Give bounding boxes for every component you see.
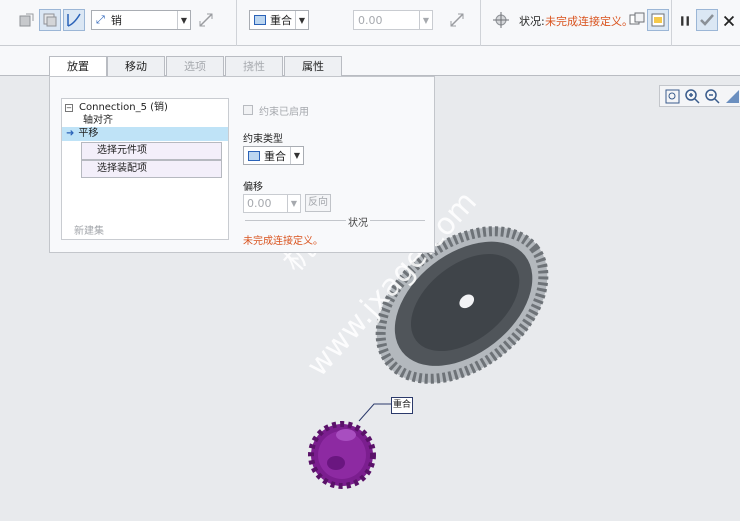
chevron-down-icon: ▼ [177, 11, 190, 29]
tab-move[interactable]: 移动 [107, 56, 165, 77]
tab-placement[interactable]: 放置 [49, 56, 107, 78]
status-divider [245, 220, 425, 221]
zoom-in-icon[interactable] [684, 88, 701, 105]
panel-constraint-type-select[interactable]: 重合 ▼ [243, 146, 304, 165]
pin-icon: ⤢ [96, 13, 105, 26]
separate-window-icon[interactable] [39, 9, 61, 31]
view-orient-icon[interactable] [724, 88, 740, 105]
panel-status-text: 未完成连接定义。 [243, 236, 323, 247]
tab-properties[interactable]: 属性 [284, 56, 342, 77]
tree-connection-row[interactable]: − Connection_5 (销) [65, 101, 168, 115]
coincident-icon [254, 15, 266, 25]
offset-value-input[interactable]: 0.00 ▼ [353, 10, 433, 30]
tab-options[interactable]: 选项 [166, 56, 224, 77]
select-assembly-item[interactable]: 选择装配项 [81, 160, 222, 178]
panel-constraint-type-value: 重合 [264, 149, 286, 163]
preview-window-icon[interactable] [626, 9, 648, 31]
user-defined-connection-icon[interactable] [63, 9, 85, 31]
cancel-close-icon[interactable] [720, 10, 738, 32]
toolbar-separator [236, 0, 237, 46]
select-component-item[interactable]: 选择元件项 [81, 142, 222, 160]
flip-button[interactable]: 反向 [305, 194, 331, 212]
callout-label: 重合 [392, 400, 411, 410]
constraint-type-value: 重合 [270, 14, 292, 27]
constraint-type-label: 约束类型 [243, 134, 283, 145]
constraint-tree: − Connection_5 (销) 轴对齐 ➜ 平移 选择元件项 选择装配项 [61, 98, 229, 240]
status-label: 状况: [519, 15, 545, 28]
constraint-enabled-label: 约束已启用 [259, 107, 309, 118]
tree-item-axis-align[interactable]: 轴对齐 [83, 114, 113, 128]
pause-icon[interactable] [677, 10, 693, 32]
panel-offset-value: 0.00 [247, 197, 272, 210]
connection-type-value: 销 [110, 14, 122, 27]
toolbar-separator [480, 0, 481, 46]
translate-label: 平移 [78, 128, 99, 139]
chevron-down-icon: ▼ [419, 11, 432, 29]
arrow-right-icon: ➜ [66, 128, 75, 139]
dashboard-toolbar: ⤢ 销 ▼ 重合 ▼ 0.00 ▼ 状况: 未完成连接定义。 [0, 0, 740, 46]
tab-bar: 放置 移动 选项 挠性 属性 [0, 46, 740, 78]
placement-panel: − Connection_5 (销) 轴对齐 ➜ 平移 选择元件项 选择装配项 新建… [49, 76, 435, 253]
tab-flexibility[interactable]: 挠性 [225, 56, 283, 77]
offset-label: 偏移 [243, 182, 263, 193]
tree-item-translate[interactable]: ➜ 平移 [62, 127, 228, 141]
offset-value: 0.00 [358, 13, 383, 27]
chevron-down-icon: ▼ [295, 11, 308, 29]
chevron-down-icon: ▼ [287, 195, 300, 212]
zoom-out-icon[interactable] [704, 88, 721, 105]
drag-component-icon[interactable] [490, 9, 512, 31]
connection-name: Connection_5 (销) [79, 102, 168, 113]
component-display-icon[interactable] [16, 9, 38, 31]
status-value: 未完成连接定义。 [545, 15, 633, 28]
constraint-enabled-checkbox[interactable] [243, 105, 253, 115]
new-set-link[interactable]: 新建集 [74, 222, 104, 237]
callout-leader [358, 403, 391, 422]
chevron-down-icon: ▼ [290, 147, 303, 164]
confirm-check-icon[interactable] [696, 9, 718, 31]
collapse-icon[interactable]: − [65, 104, 73, 112]
refit-icon[interactable] [664, 88, 681, 105]
toolbar-separator [671, 0, 672, 46]
constraint-callout[interactable]: 重合 [391, 397, 413, 414]
constraint-type-select[interactable]: 重合 ▼ [249, 10, 309, 30]
status-title: 状况 [346, 214, 370, 229]
flip-offset-icon[interactable] [446, 9, 468, 31]
flip-direction-icon[interactable] [195, 9, 217, 31]
main-window-icon[interactable] [647, 9, 669, 31]
view-toolbar [659, 85, 740, 107]
coincident-icon [248, 150, 260, 161]
connection-type-select[interactable]: ⤢ 销 ▼ [91, 10, 191, 30]
panel-offset-input[interactable]: 0.00 ▼ [243, 194, 301, 213]
small-spur-gear[interactable] [308, 421, 376, 489]
